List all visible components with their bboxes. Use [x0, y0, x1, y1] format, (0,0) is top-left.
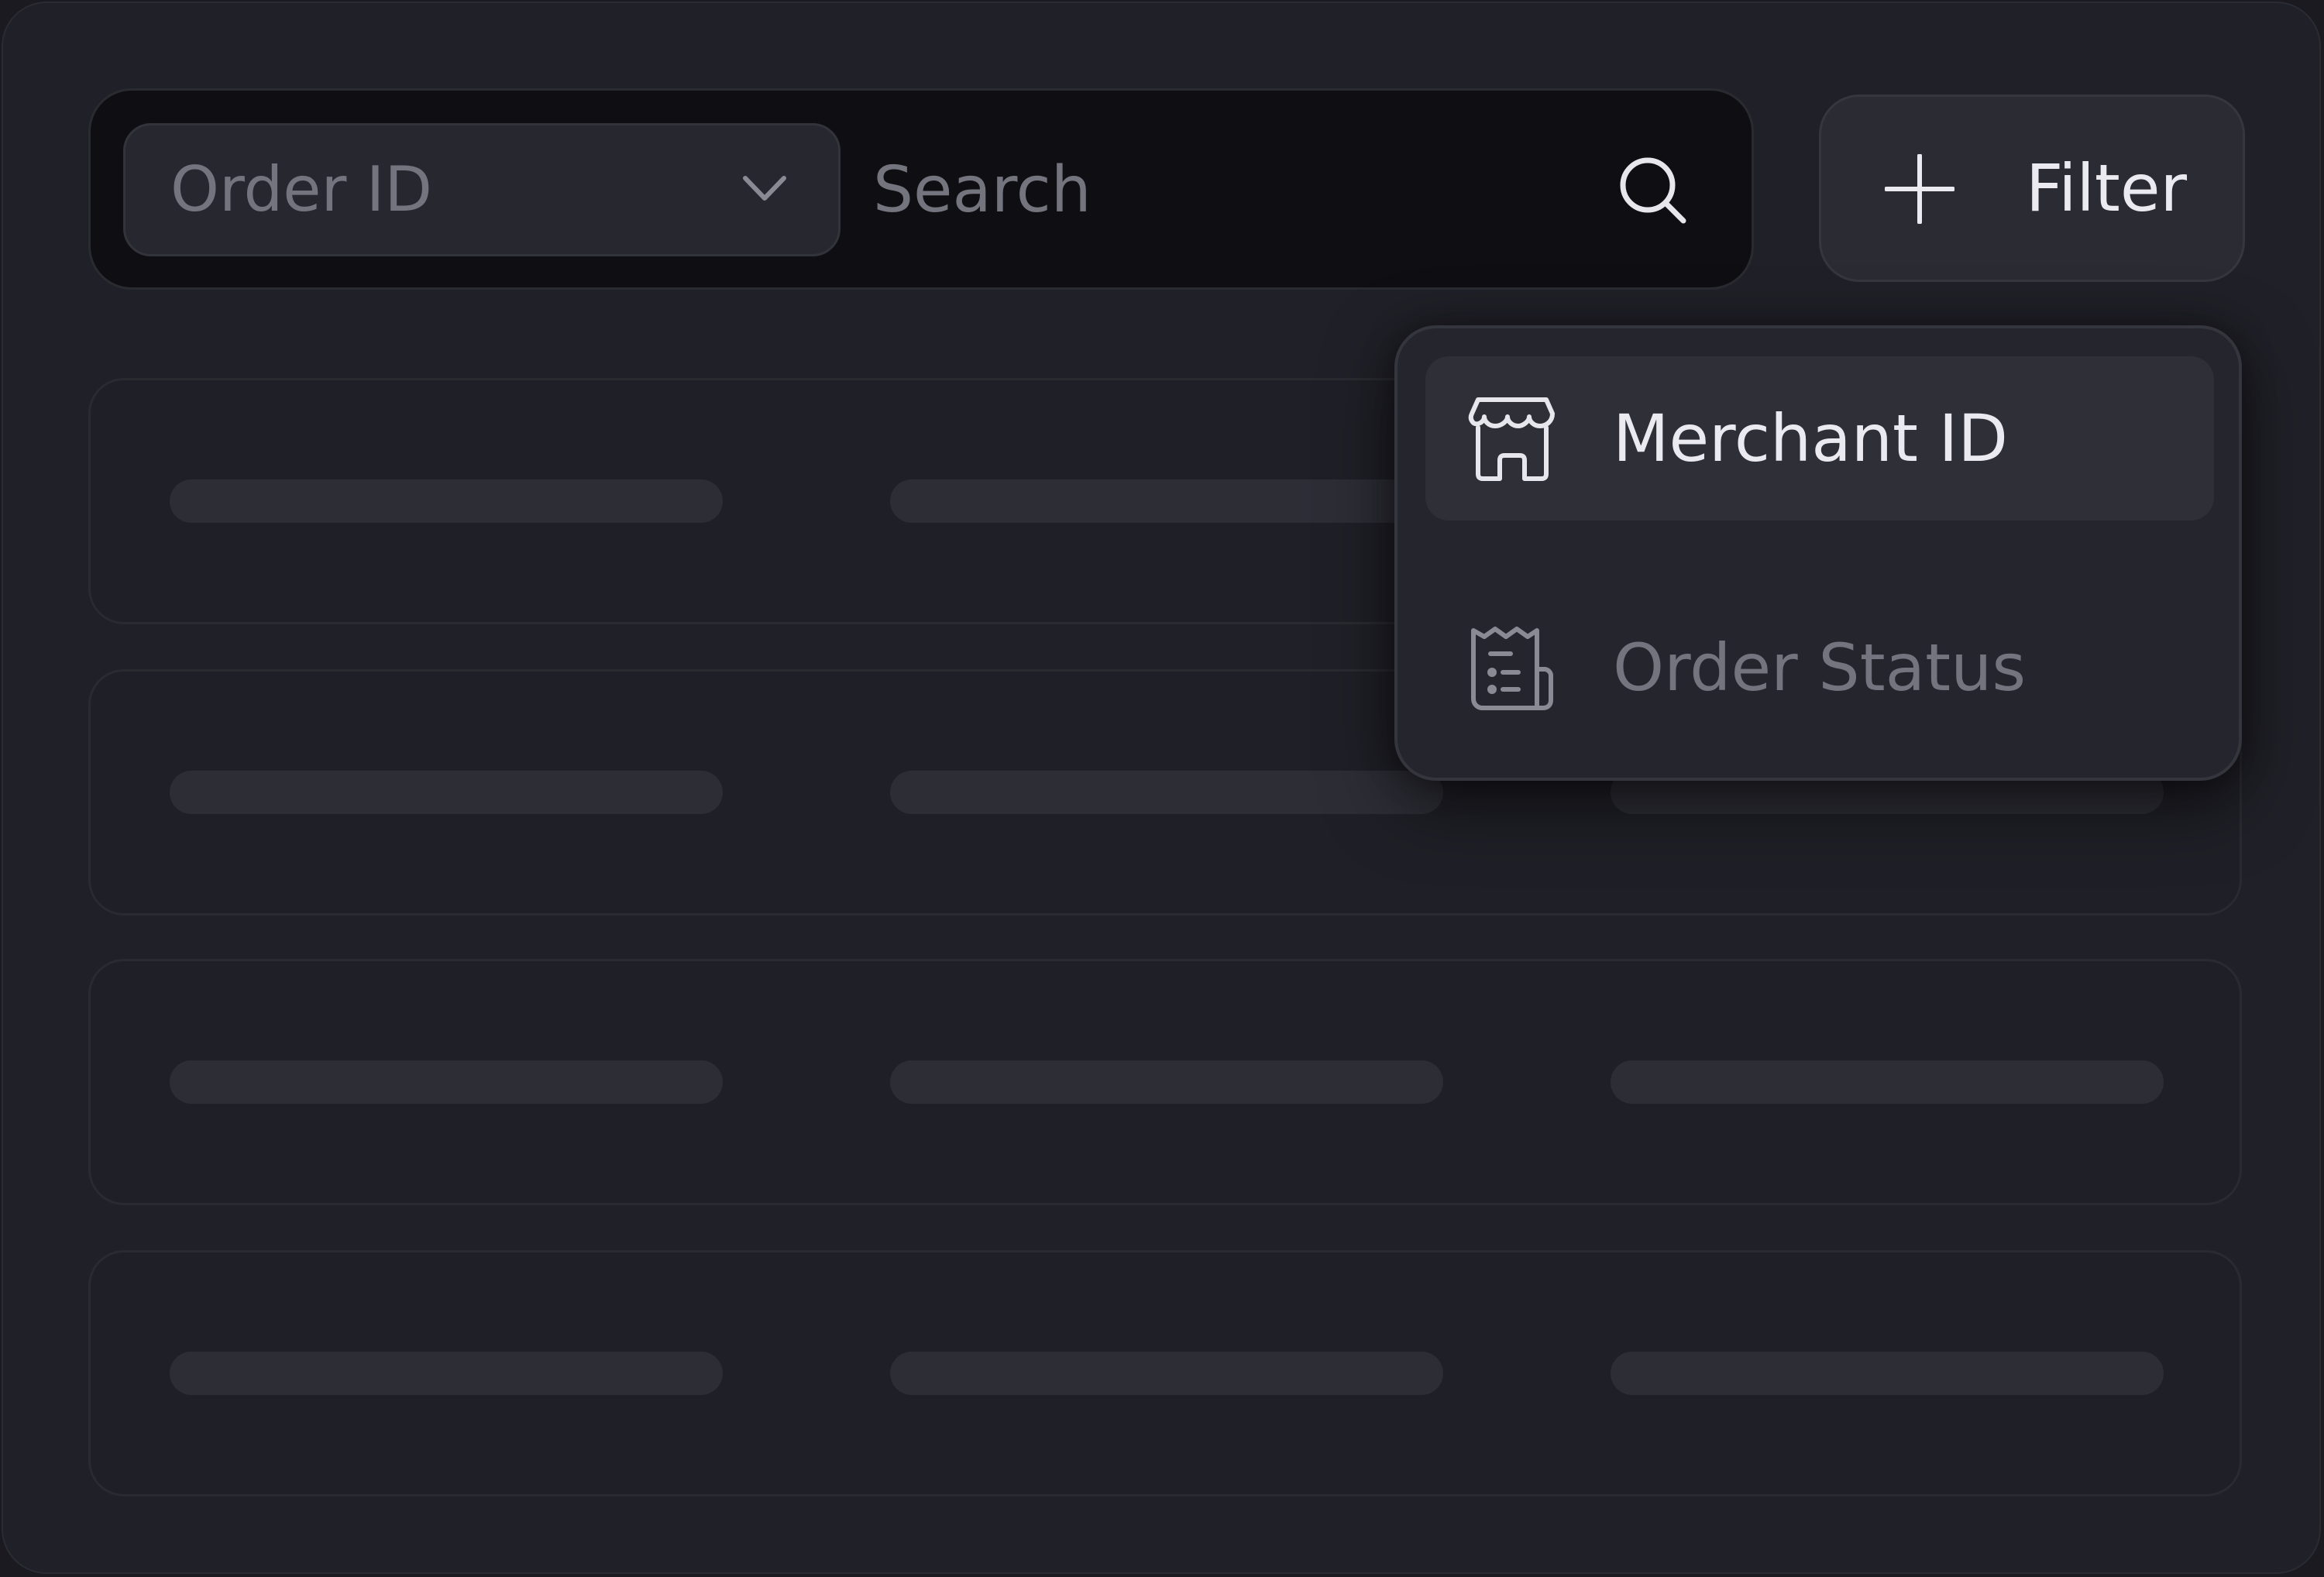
app-window: Order ID Filter: [2, 2, 2321, 1574]
store-icon: [1468, 397, 1555, 481]
skeleton-cell: [170, 771, 723, 814]
skeleton-cell: [890, 771, 1443, 814]
filter-button[interactable]: Filter: [1819, 94, 2245, 282]
table-row: [88, 1250, 2242, 1496]
filter-dropdown-menu: Merchant ID Order Status: [1394, 325, 2242, 781]
menu-item-order-status[interactable]: Order Status: [1425, 586, 2214, 750]
receipt-icon: [1471, 627, 1553, 710]
skeleton-cell: [170, 1352, 723, 1395]
skeleton-cell: [1611, 1352, 2164, 1395]
skeleton-cell: [890, 479, 1443, 523]
search-input[interactable]: [873, 123, 1570, 256]
search-icon[interactable]: [1617, 154, 1688, 225]
menu-item-label: Order Status: [1613, 630, 2027, 706]
skeleton-cell: [170, 479, 723, 523]
search-field-select-label: Order ID: [170, 153, 432, 225]
filter-button-label: Filter: [2026, 150, 2188, 226]
menu-item-merchant-id[interactable]: Merchant ID: [1425, 356, 2214, 521]
skeleton-cell: [170, 1060, 723, 1104]
menu-item-label: Merchant ID: [1613, 400, 2009, 476]
skeleton-cell: [890, 1352, 1443, 1395]
search-bar: Order ID: [88, 88, 1754, 290]
skeleton-cell: [1611, 1060, 2164, 1104]
search-field-select[interactable]: Order ID: [123, 123, 841, 256]
table-row: [88, 959, 2242, 1205]
skeleton-cell: [890, 1060, 1443, 1104]
plus-icon: [1885, 154, 1954, 224]
chevron-down-icon: [743, 176, 786, 201]
